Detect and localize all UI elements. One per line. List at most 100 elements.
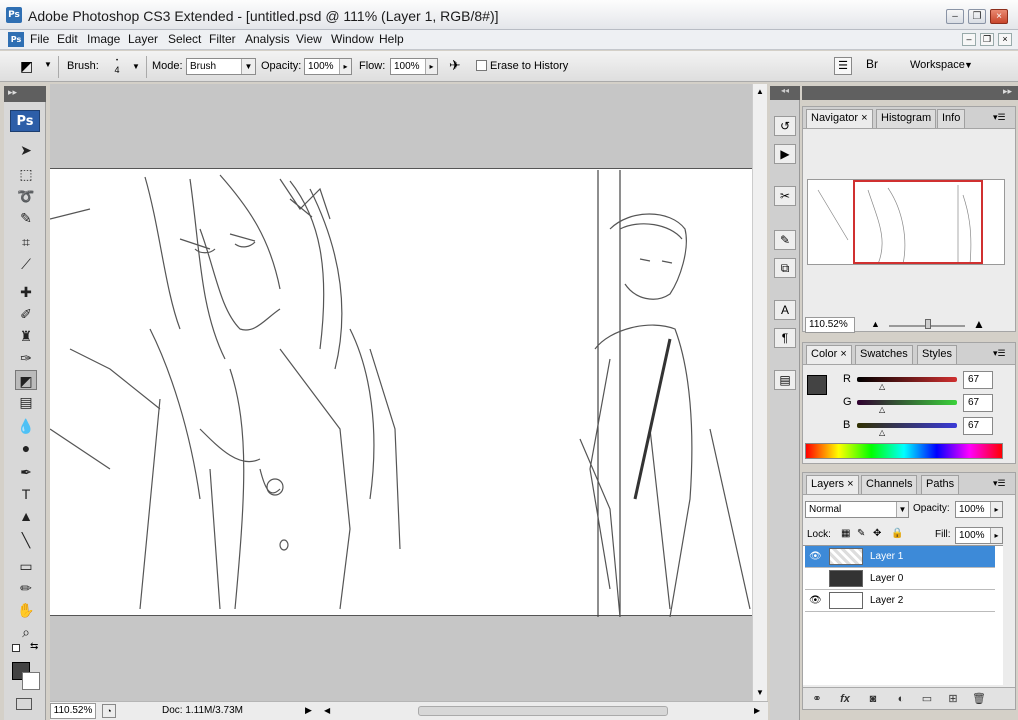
scroll-up-icon[interactable]: ▲ [756, 87, 764, 96]
menu-file[interactable]: File [30, 32, 49, 46]
zoom-level-field[interactable]: 110.52% [50, 703, 96, 719]
layer-row[interactable]: Layer 0 [805, 568, 995, 590]
marquee-tool-icon[interactable]: ⬚ [15, 164, 37, 184]
slider-arrow-icon[interactable]: ▸ [990, 528, 1002, 543]
notes-tool-icon[interactable]: ▭ [15, 556, 37, 576]
slider-arrow-icon[interactable]: ▸ [339, 59, 351, 74]
panel-menu-icon[interactable]: ▾☰ [993, 348, 1006, 359]
palette-well-icon[interactable]: ☰ [834, 57, 852, 75]
mode-select[interactable]: Brush ▼ [186, 58, 256, 75]
green-slider-thumb[interactable]: △ [879, 405, 885, 414]
lasso-tool-icon[interactable]: ➰ [15, 186, 37, 206]
brush-dropdown-icon[interactable]: ▼ [132, 62, 140, 71]
adjustment-layer-icon[interactable]: ◐ [893, 691, 909, 707]
menu-layer[interactable]: Layer [128, 32, 158, 46]
photoshop-app-icon[interactable]: Ps [6, 7, 22, 23]
close-tab-icon[interactable]: × [840, 348, 846, 360]
character-panel-icon[interactable]: A [774, 300, 796, 320]
quick-mask-icon[interactable] [16, 698, 32, 710]
eraser-tool-icon[interactable]: ◩ [15, 370, 37, 390]
restore-button[interactable]: ❐ [968, 9, 986, 24]
new-layer-icon[interactable]: ⊞ [945, 691, 961, 707]
zoom-tool-icon[interactable]: ⌕ [15, 622, 37, 642]
history-brush-tool-icon[interactable]: ✑ [15, 348, 37, 368]
navigator-zoom-field[interactable]: 110.52% [805, 317, 855, 333]
doc-close-button[interactable]: × [998, 33, 1012, 46]
close-button[interactable]: × [990, 9, 1008, 24]
panel-column-header[interactable]: ▸▸ [802, 86, 1018, 100]
tab-layers[interactable]: Layers × [806, 475, 859, 494]
doc-restore-button[interactable]: ❐ [980, 33, 994, 46]
vertical-scrollbar[interactable]: ▲ ▼ [752, 84, 767, 701]
clone-source-icon[interactable]: ⧉ [774, 258, 796, 278]
expand-icon[interactable]: ▸▸ [1003, 86, 1012, 97]
workspace-dropdown-icon[interactable]: ▼ [964, 60, 973, 70]
delete-layer-icon[interactable]: 🗑 [971, 691, 987, 707]
erase-to-history-checkbox[interactable] [476, 60, 487, 71]
doc-minimize-button[interactable]: – [962, 33, 976, 46]
lock-transparency-icon[interactable]: ▦ [841, 528, 850, 539]
tools-panel-header[interactable]: ▸▸ [4, 86, 46, 102]
zoom-out-icon[interactable]: ▲ [871, 319, 880, 329]
navigator-thumbnail[interactable] [807, 179, 1005, 265]
tab-histogram[interactable]: Histogram [876, 109, 937, 128]
preset-dropdown-icon[interactable]: ▼ [44, 60, 52, 69]
brush-preview[interactable]: • 4 [106, 57, 128, 79]
layer-comps-icon[interactable]: ▤ [774, 370, 796, 390]
dodge-tool-icon[interactable]: ● [15, 438, 37, 458]
tab-styles[interactable]: Styles [917, 345, 957, 364]
workspace-menu[interactable]: Workspace [910, 59, 965, 71]
zoom-in-icon[interactable]: ▲ [973, 317, 985, 331]
swap-colors-icon[interactable]: ⇆ [30, 641, 38, 652]
new-group-icon[interactable]: ▭ [919, 691, 935, 707]
panel-menu-icon[interactable]: ▾☰ [993, 478, 1006, 489]
layer-row[interactable]: 👁 Layer 1 [805, 546, 995, 568]
layer-opacity-input[interactable]: 100% ▸ [955, 501, 1003, 518]
opacity-input[interactable]: 100% ▸ [304, 58, 352, 75]
slice-tool-icon[interactable]: ⟋ [15, 254, 37, 274]
crop-tool-icon[interactable]: ⌗ [15, 232, 37, 252]
lock-pixels-icon[interactable]: ✎ [857, 528, 865, 539]
gradient-tool-icon[interactable]: ▤ [15, 392, 37, 412]
scroll-down-icon[interactable]: ▼ [756, 688, 764, 697]
lock-all-icon[interactable]: 🔒 [891, 528, 903, 539]
move-tool-icon[interactable]: ➤ [15, 140, 37, 160]
color-fg-swatch[interactable] [807, 375, 827, 395]
document-canvas-area[interactable] [49, 84, 752, 701]
tab-channels[interactable]: Channels [861, 475, 918, 494]
red-value-input[interactable]: 67 [963, 371, 993, 389]
photoshop-logo[interactable]: Ps [10, 110, 40, 132]
tab-color[interactable]: Color × [806, 345, 852, 364]
brushes-panel-icon[interactable]: ✎ [774, 230, 796, 250]
menu-analysis[interactable]: Analysis [245, 32, 290, 46]
brush-tool-icon[interactable]: ✐ [15, 304, 37, 324]
pen-tool-icon[interactable]: ✒ [15, 462, 37, 482]
default-colors-icon[interactable] [12, 644, 20, 652]
bridge-icon[interactable]: Br [866, 57, 888, 75]
visibility-eye-icon[interactable] [809, 573, 821, 585]
collapse-icon[interactable]: ▸▸ [8, 87, 17, 98]
airbrush-icon[interactable]: ✈ [449, 57, 469, 75]
document-icon[interactable]: Ps [8, 32, 24, 47]
hand-tool-icon[interactable]: ✋ [15, 600, 37, 620]
tab-swatches[interactable]: Swatches [855, 345, 913, 364]
slider-arrow-icon[interactable]: ▸ [425, 59, 437, 74]
menu-window[interactable]: Window [331, 32, 374, 46]
menu-view[interactable]: View [296, 32, 322, 46]
actions-panel-icon[interactable]: ▶ [774, 144, 796, 164]
close-tab-icon[interactable]: × [861, 112, 867, 124]
eyedropper-tool-icon[interactable]: ✏ [15, 578, 37, 598]
menu-help[interactable]: Help [379, 32, 404, 46]
tool-presets-icon[interactable]: ✂ [774, 186, 796, 206]
blur-tool-icon[interactable]: 💧 [15, 416, 37, 436]
visibility-eye-icon[interactable]: 👁 [809, 595, 822, 607]
type-tool-icon[interactable]: T [15, 484, 37, 504]
zoom-slider-thumb[interactable] [925, 319, 931, 329]
clone-stamp-tool-icon[interactable]: ♜ [15, 326, 37, 346]
layer-style-icon[interactable]: fx [837, 691, 853, 707]
status-arrow-icon[interactable]: ▶ [305, 705, 312, 716]
tab-navigator[interactable]: Navigator × [806, 109, 873, 128]
healing-brush-tool-icon[interactable]: ✚ [15, 282, 37, 302]
link-layers-icon[interactable]: ⚭ [809, 691, 825, 707]
menu-edit[interactable]: Edit [57, 32, 78, 46]
